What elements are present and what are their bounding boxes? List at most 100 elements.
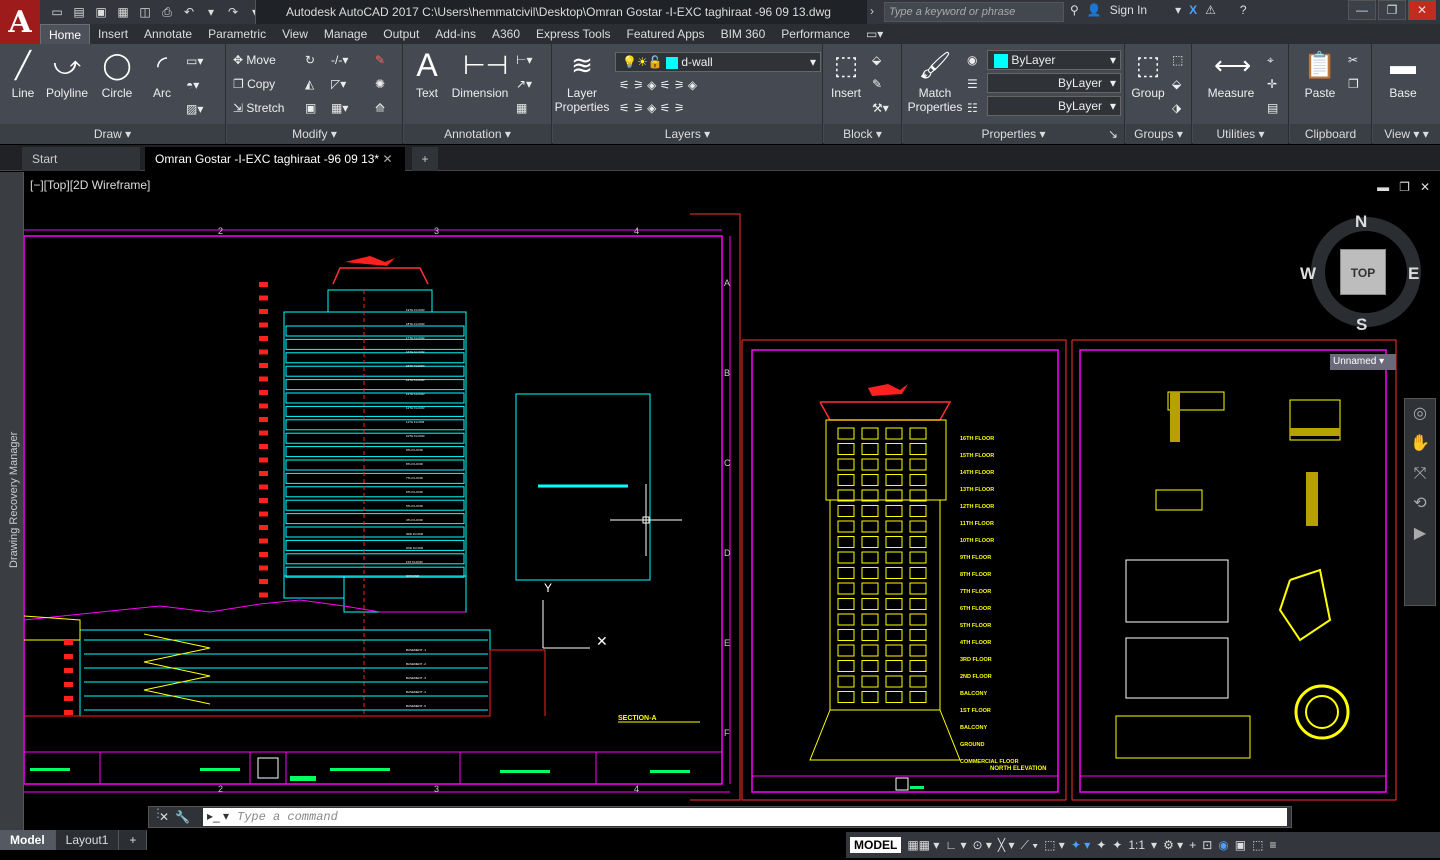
ribbon-tab-output[interactable]: Output xyxy=(375,24,427,44)
minimize-icon[interactable]: — xyxy=(1348,0,1376,20)
compass-east[interactable]: E xyxy=(1408,264,1419,284)
osnap-icon[interactable]: ╳ ▾ xyxy=(998,838,1015,852)
layer-properties-tool[interactable]: ≋ Layer Properties xyxy=(553,48,611,114)
lineweight-dropdown[interactable]: ByLayer ▾ xyxy=(987,96,1121,116)
close-icon[interactable]: ✕ xyxy=(1408,0,1436,20)
ribbon-tab-express-tools[interactable]: Express Tools xyxy=(528,24,618,44)
ribbon-tab-manage[interactable]: Manage xyxy=(316,24,375,44)
redo-icon[interactable]: ↷ xyxy=(224,3,242,21)
ribbon-tab-insert[interactable]: Insert xyxy=(90,24,136,44)
grid-icon[interactable]: ▦▦ ▾ xyxy=(907,838,939,852)
circle-tool[interactable]: ◯ Circle xyxy=(96,48,138,100)
color-wheel-icon[interactable]: ◉ xyxy=(967,51,977,69)
showmotion-icon[interactable]: ▶ xyxy=(1405,519,1435,549)
dialog-launcher-icon[interactable]: ↘ xyxy=(1108,124,1118,144)
viewport-controls-label[interactable]: [−][Top][2D Wireframe] xyxy=(30,178,150,192)
lineweight-icon[interactable]: ☷ xyxy=(967,99,978,117)
annotation-monitor-icon[interactable]: + xyxy=(1189,838,1196,852)
copy-tool[interactable]: ❐ Copy xyxy=(233,75,275,93)
undo-icon[interactable]: ↶ xyxy=(180,3,198,21)
compass-south[interactable]: S xyxy=(1356,315,1367,335)
measure-tool[interactable]: ⟷ Measure xyxy=(1201,48,1261,100)
otrack-icon[interactable]: ⟋ ▾ xyxy=(1021,838,1039,853)
ribbon-tab-performance[interactable]: Performance xyxy=(773,24,858,44)
ucs-menu[interactable]: Unnamed ▾ xyxy=(1330,354,1396,370)
ribbon-options-icon[interactable]: ▭▾ xyxy=(858,24,891,44)
restore-viewport-icon[interactable]: ❐ xyxy=(1399,180,1410,194)
user-icon[interactable]: 👤 xyxy=(1087,3,1102,17)
line-tool[interactable]: ╱ Line xyxy=(4,48,42,100)
clean-screen-icon[interactable]: ⬚ xyxy=(1252,838,1263,852)
layout-tab-layout1[interactable]: Layout1 xyxy=(55,830,120,850)
compass-north[interactable]: N xyxy=(1355,212,1367,232)
offset-icon[interactable]: ⟰ xyxy=(375,99,385,117)
zoom-extents-icon[interactable]: ⤧ xyxy=(1405,459,1435,489)
units-icon[interactable]: ⊡ xyxy=(1202,838,1212,852)
selection-cycling-icon[interactable]: ⬚ ▾ xyxy=(1044,838,1065,852)
match-properties-tool[interactable]: 🖌 Match Properties xyxy=(905,48,965,114)
array-icon[interactable]: ▦▾ xyxy=(331,99,348,117)
utilities-panel-title[interactable]: Utilities ▾ xyxy=(1193,124,1288,144)
annotation-panel-title[interactable]: Annotation ▾ xyxy=(404,124,551,144)
group-select-icon[interactable]: ⬗ xyxy=(1172,99,1181,117)
ribbon-tab-add-ins[interactable]: Add-ins xyxy=(427,24,484,44)
drawing-recovery-palette[interactable]: Drawing Recovery Manager xyxy=(0,172,24,832)
customization-icon[interactable]: ≡ xyxy=(1269,838,1276,852)
attribute-icon[interactable]: ⚒▾ xyxy=(872,99,889,117)
viewcube-top-face[interactable]: TOP xyxy=(1340,249,1386,295)
drawing-canvas[interactable]: 2 3 4 2 3 4 A B C D E F 19TH FLOOR 18TH F… xyxy=(24,196,1440,804)
compass-west[interactable]: W xyxy=(1300,264,1316,284)
close-viewport-icon[interactable]: ✕ xyxy=(1420,180,1430,194)
edit-block-icon[interactable]: ✎ xyxy=(872,75,882,93)
insert-block-tool[interactable]: ⬚ Insert xyxy=(826,48,866,100)
ribbon-tab-home[interactable]: Home xyxy=(40,24,91,44)
layout-tab-model[interactable]: Model xyxy=(0,830,56,850)
pan-hand-icon[interactable]: ✋ xyxy=(1405,429,1435,459)
create-block-icon[interactable]: ⬙ xyxy=(872,51,881,69)
orbit-icon[interactable]: ⟲ xyxy=(1405,489,1435,519)
calculator-icon[interactable]: ▤ xyxy=(1267,99,1278,117)
start-tab[interactable]: Start xyxy=(22,147,140,171)
mirror-icon[interactable]: ◭ xyxy=(305,75,314,93)
a360-icon[interactable]: ⚠ xyxy=(1205,3,1216,17)
binoculars-icon[interactable]: ⚲ xyxy=(1070,3,1079,17)
add-layout-button[interactable]: + xyxy=(119,830,148,850)
linetype-icon[interactable]: ☰ xyxy=(967,75,978,93)
ribbon-tab-view[interactable]: View xyxy=(274,24,316,44)
ribbon-tab-annotate[interactable]: Annotate xyxy=(136,24,200,44)
rotate-icon[interactable]: ↻ xyxy=(305,51,315,69)
isolate-objects-icon[interactable]: ◉ xyxy=(1218,838,1228,852)
modify-panel-title[interactable]: Modify ▾ xyxy=(227,124,402,144)
layer-dropdown[interactable]: 💡☀🔓 d-wall ▾ xyxy=(615,52,821,72)
sign-in-link[interactable]: Sign In xyxy=(1110,3,1147,17)
block-panel-title[interactable]: Block ▾ xyxy=(824,124,901,144)
search-input[interactable]: Type a keyword or phrase xyxy=(884,2,1064,22)
fillet-icon[interactable]: ◸▾ xyxy=(331,75,346,93)
ungroup-icon[interactable]: ⬚ xyxy=(1172,51,1183,69)
point-icon[interactable]: ✛ xyxy=(1267,75,1277,93)
linear-dim-icon[interactable]: ⊢▾ xyxy=(516,51,532,69)
dropdown-icon[interactable]: ▾ xyxy=(202,3,220,21)
ribbon-tab-featured-apps[interactable]: Featured Apps xyxy=(619,24,713,44)
web-icon[interactable]: ◫ xyxy=(136,3,154,21)
leader-icon[interactable]: ↗▾ xyxy=(516,75,532,93)
copy-clip-icon[interactable]: ❐ xyxy=(1348,75,1359,93)
polyline-tool[interactable]: ⤻ Polyline xyxy=(42,48,92,100)
ribbon-tab-parametric[interactable]: Parametric xyxy=(200,24,274,44)
workspace-gear-icon[interactable]: ⚙ ▾ xyxy=(1163,838,1183,852)
chevron-down-icon[interactable]: ▾ xyxy=(1175,3,1181,17)
chevron-right-icon[interactable]: › xyxy=(870,4,874,18)
steering-wheel-icon[interactable]: ◎ xyxy=(1405,399,1435,429)
close-tab-icon[interactable]: ✕ xyxy=(382,152,392,166)
active-document-tab[interactable]: Omran Gostar -I-EXC taghiraat -96 09 13*… xyxy=(145,147,405,171)
trim-icon[interactable]: -/-▾ xyxy=(331,51,348,69)
restore-icon[interactable]: ❐ xyxy=(1378,0,1406,20)
hardware-acceleration-icon[interactable]: ▣ xyxy=(1235,838,1246,852)
stretch-tool[interactable]: ⇲ Stretch xyxy=(233,99,284,117)
customize-wrench-icon[interactable]: 🔧 xyxy=(175,810,190,824)
groups-panel-title[interactable]: Groups ▾ xyxy=(1126,124,1191,144)
table-icon[interactable]: ▦ xyxy=(516,99,527,117)
polar-icon[interactable]: ⊙ ▾ xyxy=(973,838,992,852)
move-tool[interactable]: ✥ Move xyxy=(233,51,276,69)
explode-icon[interactable]: ✺ xyxy=(375,75,385,93)
